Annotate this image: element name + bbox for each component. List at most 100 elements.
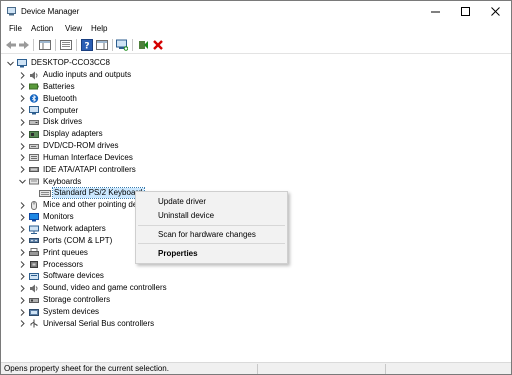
toolbar-separator (132, 39, 133, 51)
chevron-right-icon[interactable] (19, 71, 26, 80)
chevron-down-icon[interactable] (7, 59, 14, 68)
chevron-right-icon[interactable] (19, 296, 26, 305)
tree-item-display-adapter[interactable]: Display adapters (19, 128, 103, 140)
chevron-right-icon[interactable] (19, 165, 26, 174)
chevron-right-icon[interactable] (19, 213, 26, 222)
help-icon[interactable]: ? (81, 39, 93, 52)
chevron-right-icon[interactable] (19, 308, 26, 317)
tree-item-software-device[interactable]: Software devices (19, 270, 104, 282)
tree-item-bluetooth[interactable]: Bluetooth (19, 93, 77, 105)
tree-item-system-device[interactable]: System devices (19, 306, 99, 318)
dvd-drive-icon (29, 142, 39, 151)
hid-icon (29, 153, 39, 162)
show-hide-console-tree-icon[interactable] (39, 39, 51, 51)
tree-item-label: Display adapters (43, 129, 103, 139)
tree-item-label: Processors (43, 259, 84, 269)
tree-item-speaker[interactable]: Audio inputs and outputs (19, 69, 131, 81)
tree-item-computer[interactable]: Computer (19, 105, 78, 117)
tree-item-hid[interactable]: Human Interface Devices (19, 152, 133, 164)
chevron-right-icon[interactable] (19, 319, 26, 328)
close-button[interactable] (481, 1, 511, 22)
software-device-icon (29, 272, 39, 281)
tree-item-label: Print queues (43, 247, 88, 257)
menu-file[interactable]: File (9, 24, 22, 34)
tree-item-label: Storage controllers (43, 295, 111, 305)
tree-item-battery[interactable]: Batteries (19, 81, 75, 93)
scan-hardware-monitor-icon[interactable] (116, 39, 129, 51)
chevron-right-icon[interactable] (19, 118, 26, 127)
back-arrow-icon[interactable] (5, 39, 17, 51)
tree-item-monitor[interactable]: Monitors (19, 211, 74, 223)
tree-item-label: Ports (COM & LPT) (43, 235, 113, 245)
network-adapter-icon (29, 225, 39, 234)
tree-item-printer[interactable]: Print queues (19, 247, 88, 259)
update-driver-icon[interactable] (137, 39, 149, 51)
context-properties[interactable]: Properties (136, 247, 287, 260)
menu-view[interactable]: View (65, 24, 82, 34)
chevron-right-icon[interactable] (19, 236, 26, 245)
chevron-right-icon[interactable] (19, 284, 26, 293)
toolbar: ? (1, 36, 511, 54)
menu-action[interactable]: Action (31, 24, 53, 34)
tree-item-label: Monitors (43, 212, 74, 222)
tree-item-port[interactable]: Ports (COM & LPT) (19, 235, 112, 247)
tree-item-label: Audio inputs and outputs (43, 70, 132, 79)
tree-item-disk-drive[interactable]: Disk drives (19, 116, 82, 128)
uninstall-device-icon[interactable] (152, 39, 164, 51)
context-update-driver[interactable]: Update driver (136, 195, 287, 208)
chevron-right-icon[interactable] (19, 94, 26, 103)
tree-item-keyboard-device[interactable]: Standard PS/2 Keyboard (39, 187, 145, 199)
mouse-icon (29, 200, 39, 210)
properties-sheet-icon[interactable] (60, 39, 72, 51)
tree-item-usb[interactable]: Universal Serial Bus controllers (19, 318, 154, 330)
maximize-button[interactable] (451, 1, 481, 22)
tree-item-ide-controller[interactable]: IDE ATA/ATAPI controllers (19, 164, 136, 176)
minimize-button[interactable] (421, 1, 451, 22)
context-scan-hardware[interactable]: Scan for hardware changes (136, 228, 287, 241)
tree-item-dvd-drive[interactable]: DVD/CD-ROM drives (19, 140, 119, 152)
chevron-right-icon[interactable] (19, 225, 26, 234)
forward-arrow-icon[interactable] (18, 39, 30, 51)
tree-item-mouse[interactable]: Mice and other pointing de (19, 199, 137, 211)
context-menu: Update driver Uninstall device Scan for … (135, 191, 288, 264)
menu-bar: File Action View Help (1, 22, 511, 36)
chevron-right-icon[interactable] (19, 260, 26, 269)
chevron-right-icon[interactable] (19, 130, 26, 139)
tree-root[interactable]: DESKTOP-CCO3CC8 (7, 57, 110, 69)
usb-icon (29, 319, 39, 328)
toolbar-separator (33, 39, 34, 51)
ide-controller-icon (29, 165, 39, 174)
port-icon (29, 236, 39, 245)
tree-item-keyboard-device-label: Standard PS/2 Keyboard (52, 187, 145, 199)
tree-item-keyboard[interactable]: Keyboards (19, 176, 81, 188)
chevron-right-icon[interactable] (19, 142, 26, 151)
chevron-right-icon[interactable] (19, 82, 26, 91)
tree-item-sound-controller[interactable]: Sound, video and game controllers (19, 282, 167, 294)
window-title: Device Manager (21, 7, 80, 16)
battery-icon (29, 82, 39, 91)
tree-item-network-adapter[interactable]: Network adapters (19, 223, 106, 235)
menu-help[interactable]: Help (91, 24, 107, 34)
device-manager-app-icon (7, 7, 16, 16)
printer-icon (29, 248, 39, 257)
chevron-down-icon[interactable] (19, 177, 26, 186)
svg-text:?: ? (84, 42, 89, 52)
tree-item-processor[interactable]: Processors (19, 259, 83, 271)
chevron-right-icon[interactable] (19, 106, 26, 115)
tree-item-label: Batteries (43, 81, 75, 91)
context-menu-divider (138, 225, 285, 226)
storage-controller-icon (29, 296, 39, 305)
action-pane-icon[interactable] (96, 39, 108, 51)
chevron-right-icon[interactable] (19, 272, 26, 281)
chevron-right-icon[interactable] (19, 153, 26, 162)
tree-item-label: Human Interface Devices (43, 152, 133, 162)
system-device-icon (29, 308, 39, 317)
sound-controller-icon (29, 284, 39, 293)
tree-item-label: Computer (43, 105, 79, 115)
tree-root-label: DESKTOP-CCO3CC8 (31, 58, 110, 67)
chevron-right-icon[interactable] (19, 201, 26, 210)
chevron-right-icon[interactable] (19, 248, 26, 257)
status-bar: Opens property sheet for the current sel… (1, 362, 511, 374)
tree-item-storage-controller[interactable]: Storage controllers (19, 294, 110, 306)
context-uninstall-device[interactable]: Uninstall device (136, 209, 287, 222)
